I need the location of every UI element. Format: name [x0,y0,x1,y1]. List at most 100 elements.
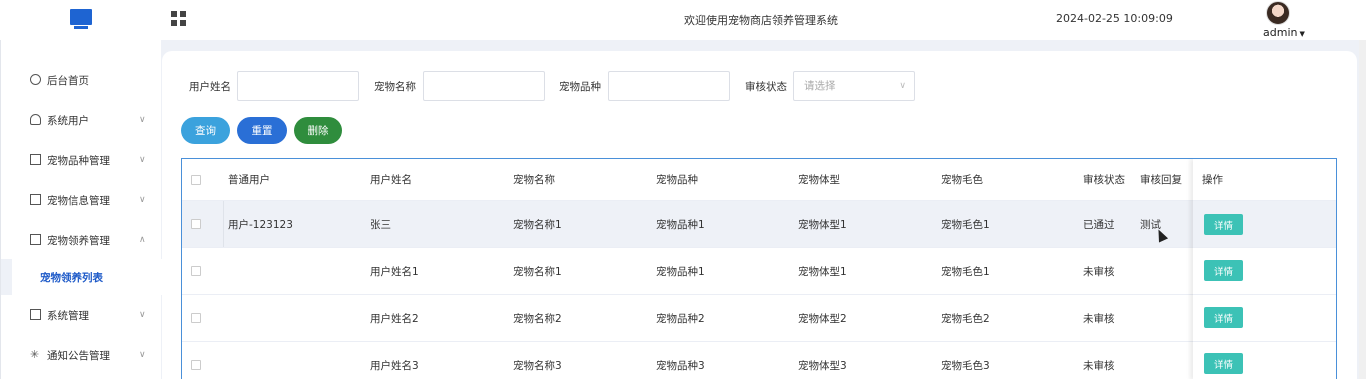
cell-status: 未审核 [1083,265,1115,278]
cell-pet: 宠物名称1 [513,265,562,278]
cell-status: 未审核 [1083,312,1115,325]
cell-color: 宠物毛色1 [941,265,990,278]
sidebar-item-label: 宠物品种管理 [47,154,110,167]
user-menu[interactable]: admin ▼ [1263,26,1305,39]
col-header: 宠物品种 [656,174,698,186]
row-checkbox[interactable] [191,313,201,323]
cell-size: 宠物体型2 [798,312,847,325]
detail-button[interactable]: 详情 [1204,214,1243,235]
cell-color: 宠物毛色3 [941,359,990,372]
col-header: 审核状态 [1083,174,1125,186]
detail-button[interactable]: 详情 [1204,307,1243,328]
clock-icon [30,74,41,85]
cell-name: 用户姓名1 [370,265,419,278]
card-icon [30,234,41,245]
col-header: 宠物毛色 [941,174,983,186]
cell-user: 用户-123123 [228,218,293,231]
cell-pet: 宠物名称3 [513,359,562,372]
sidebar-item-label: 宠物领养管理 [47,234,110,247]
sidebar-item-pet-breed[interactable]: 宠物品种管理 ∨ [1,140,162,180]
loading-icon: ✳ [30,348,40,361]
chevron-down-icon: ∨ [139,155,146,165]
user-name-label: 用户姓名 [189,81,231,93]
row-checkbox[interactable] [191,266,201,276]
folder-icon [30,309,41,320]
reset-button[interactable]: 重置 [237,117,287,144]
col-header: 宠物体型 [798,174,840,186]
top-header: 欢迎使用宠物商店领养管理系统 2024-02-25 10:09:09 admin… [0,0,1366,40]
sidebar-item-label: 后台首页 [47,74,89,87]
table-row[interactable]: 用户姓名2 宠物名称2 宠物品种2 宠物体型2 宠物毛色2 未审核 [182,295,1336,342]
cell-name: 用户姓名2 [370,312,419,325]
row-checkbox[interactable] [191,219,201,229]
detail-button[interactable]: 详情 [1204,353,1243,374]
col-header: 普通用户 [228,174,270,186]
status-select[interactable]: 请选择 ∨ [793,71,915,101]
cell-size: 宠物体型1 [798,265,847,278]
cell-size: 宠物体型1 [798,218,847,231]
table-row[interactable]: 用户姓名1 宠物名称1 宠物品种1 宠物体型1 宠物毛色1 未审核 [182,248,1336,295]
operation-column: 详情 详情 详情 详情 [1193,159,1336,379]
detail-button[interactable]: 详情 [1204,260,1243,281]
user-name: admin [1263,26,1298,39]
datetime: 2024-02-25 10:09:09 [1056,12,1173,25]
col-header: 用户姓名 [370,174,412,186]
col-header: 宠物名称 [513,174,555,186]
cell-breed: 宠物品种1 [656,265,705,278]
user-name-input[interactable] [237,71,359,101]
card-icon [30,154,41,165]
cell-pet: 宠物名称1 [513,218,562,231]
pet-breed-label: 宠物品种 [559,81,601,93]
chevron-up-icon: ∧ [139,235,146,245]
person-icon [30,114,41,125]
status-placeholder: 请选择 [804,80,836,92]
cell-pet: 宠物名称2 [513,312,562,325]
monitor-logo-icon [70,9,92,29]
cell-breed: 宠物品种2 [656,312,705,325]
chevron-down-icon: ∨ [139,350,146,360]
sidebar-item-label: 系统管理 [47,309,89,322]
sidebar: 后台首页 系统用户 ∨ 宠物品种管理 ∨ 宠物信息管理 ∨ 宠物领养管理 ∧ 宠… [0,40,162,379]
sidebar-item-system-manage[interactable]: 系统管理 ∨ [1,295,162,335]
pet-name-input[interactable] [423,71,545,101]
sidebar-item-dashboard[interactable]: 后台首页 [1,60,162,100]
cell-name: 用户姓名3 [370,359,419,372]
table-row[interactable]: 用户姓名3 宠物名称3 宠物品种3 宠物体型3 宠物毛色3 未审核 [182,342,1336,379]
sidebar-item-label: 通知公告管理 [47,349,110,362]
cell-breed: 宠物品种1 [656,218,705,231]
pet-breed-input[interactable] [608,71,730,101]
sidebar-item-pet-adoption[interactable]: 宠物领养管理 ∧ [1,220,162,260]
delete-button[interactable]: 删除 [294,117,342,144]
cell-name: 张三 [370,218,391,231]
row-checkbox[interactable] [191,360,201,370]
sidebar-item-label: 系统用户 [47,114,89,127]
caret-down-icon: ▼ [1299,30,1305,38]
row-separator [223,201,224,247]
col-header: 审核回复 [1140,174,1182,186]
welcome-text: 欢迎使用宠物商店领养管理系统 [684,14,838,27]
sidebar-item-system-users[interactable]: 系统用户 ∨ [1,100,162,140]
query-button[interactable]: 查询 [181,117,230,144]
chevron-down-icon: ∨ [139,115,146,125]
grid-menu-icon[interactable] [171,11,186,26]
status-label: 审核状态 [745,81,787,93]
cell-color: 宠物毛色1 [941,218,990,231]
table-row[interactable]: 用户-123123 张三 宠物名称1 宠物品种1 宠物体型1 宠物毛色1 已通过… [182,201,1336,248]
cell-color: 宠物毛色2 [941,312,990,325]
select-all-checkbox[interactable] [191,174,201,185]
cell-size: 宠物体型3 [798,359,847,372]
sidebar-item-pet-info[interactable]: 宠物信息管理 ∨ [1,180,162,220]
pet-name-label: 宠物名称 [374,81,416,93]
page-scrollbar[interactable] [1359,40,1366,379]
chevron-down-icon: ∨ [899,81,906,91]
card-icon [30,194,41,205]
cell-status: 已通过 [1083,218,1115,231]
cell-breed: 宠物品种3 [656,359,705,372]
sidebar-item-notice[interactable]: ✳ 通知公告管理 ∨ [1,335,162,375]
cell-status: 未审核 [1083,359,1115,372]
sidebar-subitem-label: 宠物领养列表 [40,271,103,284]
sidebar-item-label: 宠物信息管理 [47,194,110,207]
sidebar-subitem-adoption-list[interactable]: 宠物领养列表 [12,259,162,295]
avatar[interactable] [1266,1,1290,25]
chevron-down-icon: ∨ [139,310,146,320]
